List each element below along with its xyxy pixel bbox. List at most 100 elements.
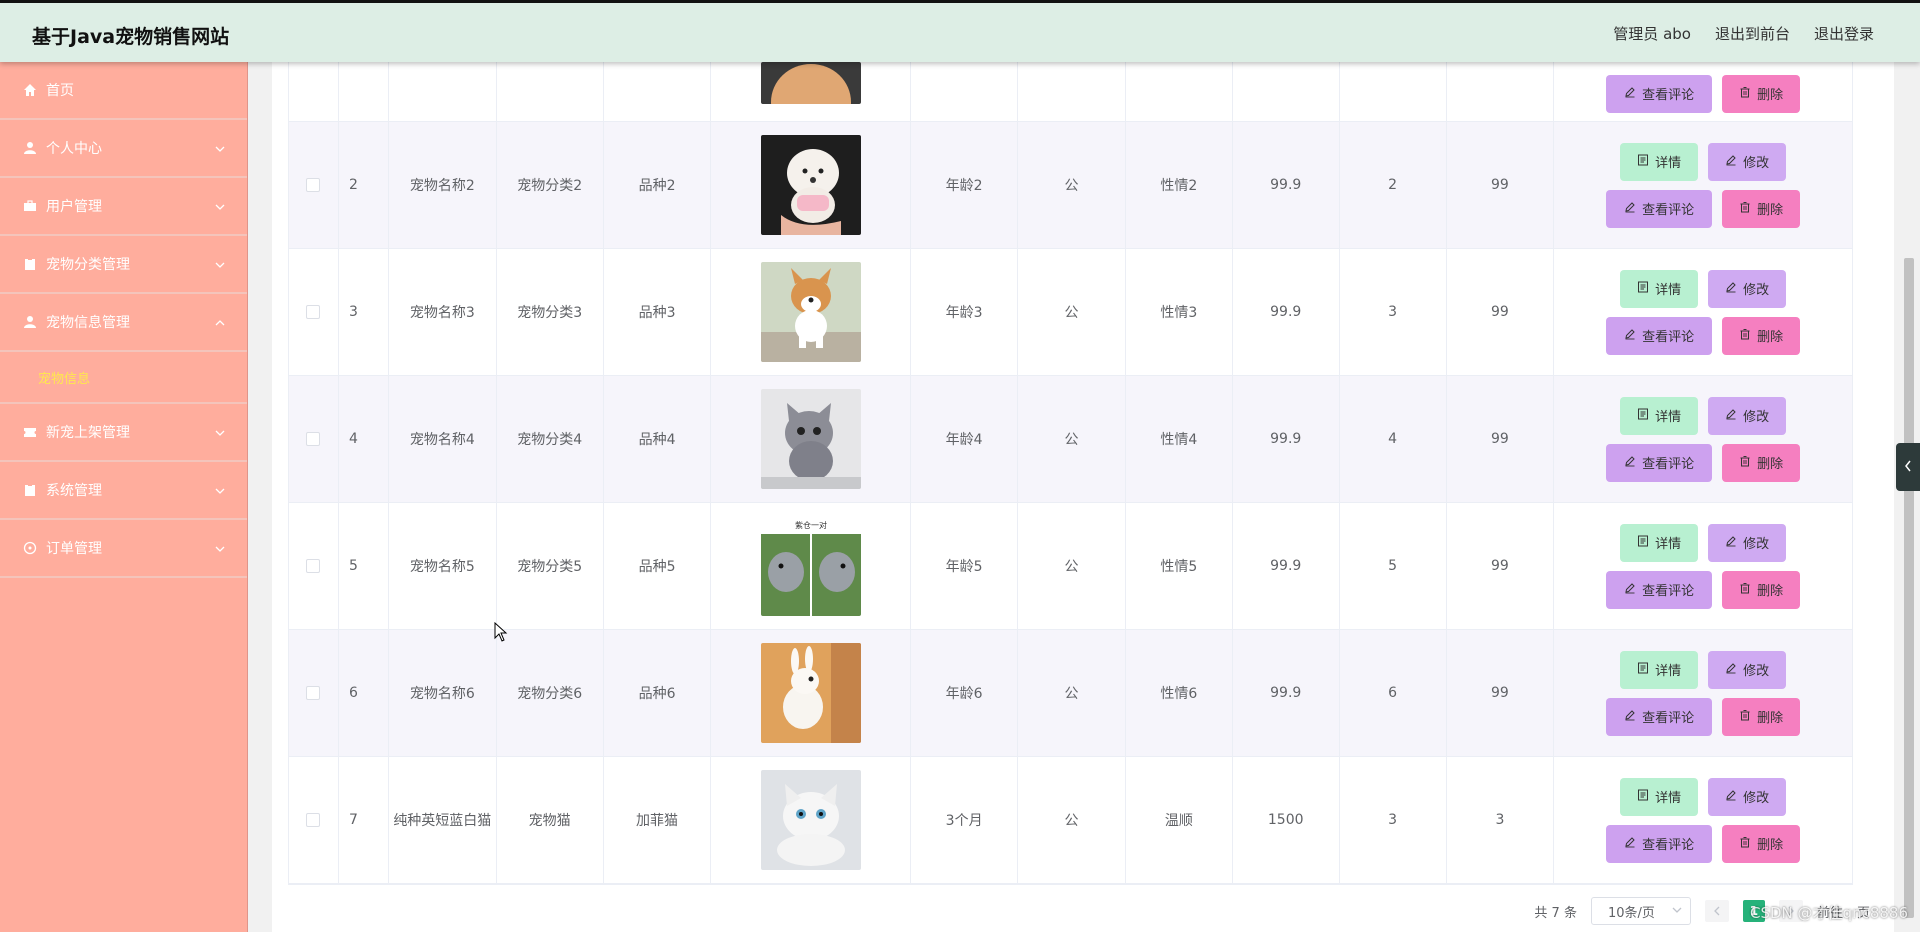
sidebar-submenu-pet-info[interactable]: 宠物信息 — [0, 352, 247, 404]
delete-button[interactable]: 删除 — [1722, 316, 1801, 355]
edit-icon — [1725, 408, 1737, 424]
delete-button[interactable]: 删除 — [1722, 824, 1801, 863]
row-checkbox[interactable] — [306, 305, 321, 319]
cell-pet-image — [711, 61, 912, 121]
cell-breed — [604, 62, 712, 121]
vertical-scrollbar[interactable] — [1898, 62, 1920, 932]
delete-button[interactable]: 删除 — [1722, 443, 1801, 482]
cell-breed: 品种6 — [604, 630, 712, 756]
edit-icon — [1725, 789, 1737, 805]
row-checkbox-cell — [289, 62, 339, 121]
view-reviews-button[interactable]: 查看评论 — [1606, 697, 1713, 736]
cell-pet-name: 宠物名称5 — [389, 503, 497, 629]
cell-price: 99.9 — [1233, 122, 1340, 248]
actions-row-top: 详情 修改 — [1620, 396, 1787, 435]
delete-button[interactable]: 删除 — [1722, 697, 1801, 736]
cell-index: 6 — [339, 630, 389, 756]
mouse-cursor-icon — [494, 621, 508, 647]
view-reviews-button[interactable]: 查看评论 — [1606, 316, 1713, 355]
detail-button[interactable]: 详情 — [1620, 523, 1699, 562]
delete-button[interactable]: 删除 — [1722, 189, 1801, 228]
sidebar-item-order-management[interactable]: 订单管理 — [0, 520, 247, 578]
delete-button[interactable]: 删除 — [1722, 74, 1801, 113]
sidebar-item-label: 宠物信息管理 — [46, 315, 130, 331]
delete-button-label: 删除 — [1757, 88, 1784, 103]
view-reviews-button[interactable]: 查看评论 — [1606, 189, 1713, 228]
row-checkbox[interactable] — [306, 686, 321, 700]
edit-icon — [1725, 154, 1737, 170]
sidebar-item-pet-category-management[interactable]: 宠物分类管理 — [0, 236, 247, 294]
trash-icon — [1739, 328, 1751, 344]
side-toggle-button[interactable] — [1896, 443, 1920, 491]
actions-row-bottom: 查看评论 删除 — [1606, 443, 1801, 482]
detail-button[interactable]: 详情 — [1620, 650, 1699, 689]
edit-button[interactable]: 修改 — [1708, 269, 1787, 308]
sidebar-item-system-management[interactable]: 系统管理 — [0, 462, 247, 520]
edit-icon — [1624, 836, 1636, 852]
header-links: 管理员 abo 退出到前台 退出登录 — [1613, 23, 1874, 44]
sidebar-item-home[interactable]: 首页 — [0, 62, 247, 120]
actions-row-bottom: 查看评论 删除 — [1606, 316, 1801, 355]
row-checkbox-cell — [289, 249, 339, 375]
cell-actions: 详情 修改 查看评论 删除 — [1554, 249, 1852, 375]
document-icon — [1637, 281, 1649, 297]
row-checkbox[interactable] — [306, 178, 321, 192]
edit-button[interactable]: 修改 — [1708, 396, 1787, 435]
cell-age: 年龄6 — [911, 630, 1019, 756]
edit-button[interactable]: 修改 — [1708, 650, 1787, 689]
sidebar-item-pet-info-management[interactable]: 宠物信息管理 — [0, 294, 247, 352]
row-checkbox[interactable] — [306, 813, 321, 827]
cell-age: 年龄3 — [911, 249, 1019, 375]
delete-button[interactable]: 删除 — [1722, 570, 1801, 609]
cell-index: 5 — [339, 503, 389, 629]
edit-button[interactable]: 修改 — [1708, 777, 1787, 816]
edit-button-label: 修改 — [1743, 664, 1770, 679]
trash-icon — [1739, 582, 1751, 598]
watermark: CSDN @才佳qnc8886 — [1750, 904, 1908, 922]
clipboard-icon — [22, 482, 38, 498]
pet-table: 查看评论 删除 2 宠物名称2 宠物分类2 品种2 年龄2 公 性情2 99.9… — [288, 61, 1853, 885]
logout-link[interactable]: 退出登录 — [1814, 23, 1874, 44]
prev-page-button[interactable] — [1704, 900, 1729, 922]
view-reviews-button[interactable]: 查看评论 — [1606, 74, 1713, 113]
trash-icon — [1739, 455, 1751, 471]
sidebar-item-user-management[interactable]: 用户管理 — [0, 178, 247, 236]
sidebar-item-label: 宠物分类管理 — [46, 257, 130, 273]
chevron-down-icon — [215, 484, 225, 500]
detail-button[interactable]: 详情 — [1620, 777, 1699, 816]
back-to-frontend-link[interactable]: 退出到前台 — [1715, 23, 1790, 44]
sidebar-item-personal-center[interactable]: 个人中心 — [0, 120, 247, 178]
cell-pet-image: 紫仓一对 — [711, 503, 912, 629]
sidebar-item-new-pet-listing[interactable]: 新宠上架管理 — [0, 404, 247, 462]
cell-temperament: 温顺 — [1126, 757, 1233, 883]
cell-temperament: 性情3 — [1126, 249, 1233, 375]
cell-age: 年龄4 — [911, 376, 1019, 502]
cell-actions: 查看评论 删除 — [1554, 62, 1852, 121]
edit-button-label: 修改 — [1743, 156, 1770, 171]
edit-button[interactable]: 修改 — [1708, 523, 1787, 562]
row-checkbox[interactable] — [306, 432, 321, 446]
actions-row-bottom: 查看评论 删除 — [1606, 570, 1801, 609]
edit-button[interactable]: 修改 — [1708, 142, 1787, 181]
table-row: 4 宠物名称4 宠物分类4 品种4 年龄4 公 性情4 99.9 4 99 详情… — [289, 376, 1852, 503]
view-reviews-button[interactable]: 查看评论 — [1606, 824, 1713, 863]
detail-button[interactable]: 详情 — [1620, 396, 1699, 435]
detail-button[interactable]: 详情 — [1620, 269, 1699, 308]
actions-row-bottom: 查看评论 删除 — [1606, 697, 1801, 736]
delete-button-label: 删除 — [1757, 838, 1784, 853]
top-header: 基于Java宠物销售网站 管理员 abo 退出到前台 退出登录 — [0, 0, 1920, 62]
edit-icon — [1624, 582, 1636, 598]
page-size-select[interactable]: 10条/页 — [1590, 897, 1691, 925]
cell-stock: 2 — [1340, 122, 1447, 248]
admin-user-link[interactable]: 管理员 abo — [1613, 23, 1691, 44]
view-reviews-label: 查看评论 — [1642, 457, 1695, 472]
view-reviews-button[interactable]: 查看评论 — [1606, 570, 1713, 609]
scroll-thumb[interactable] — [1904, 258, 1914, 918]
sidebar-item-label: 新宠上架管理 — [46, 425, 130, 441]
view-reviews-button[interactable]: 查看评论 — [1606, 443, 1713, 482]
detail-button[interactable]: 详情 — [1620, 142, 1699, 181]
cell-pet-category: 宠物分类3 — [497, 249, 604, 375]
cell-breed: 品种5 — [604, 503, 712, 629]
row-checkbox[interactable] — [306, 559, 321, 573]
cell-actions: 详情 修改 查看评论 删除 — [1554, 757, 1852, 883]
